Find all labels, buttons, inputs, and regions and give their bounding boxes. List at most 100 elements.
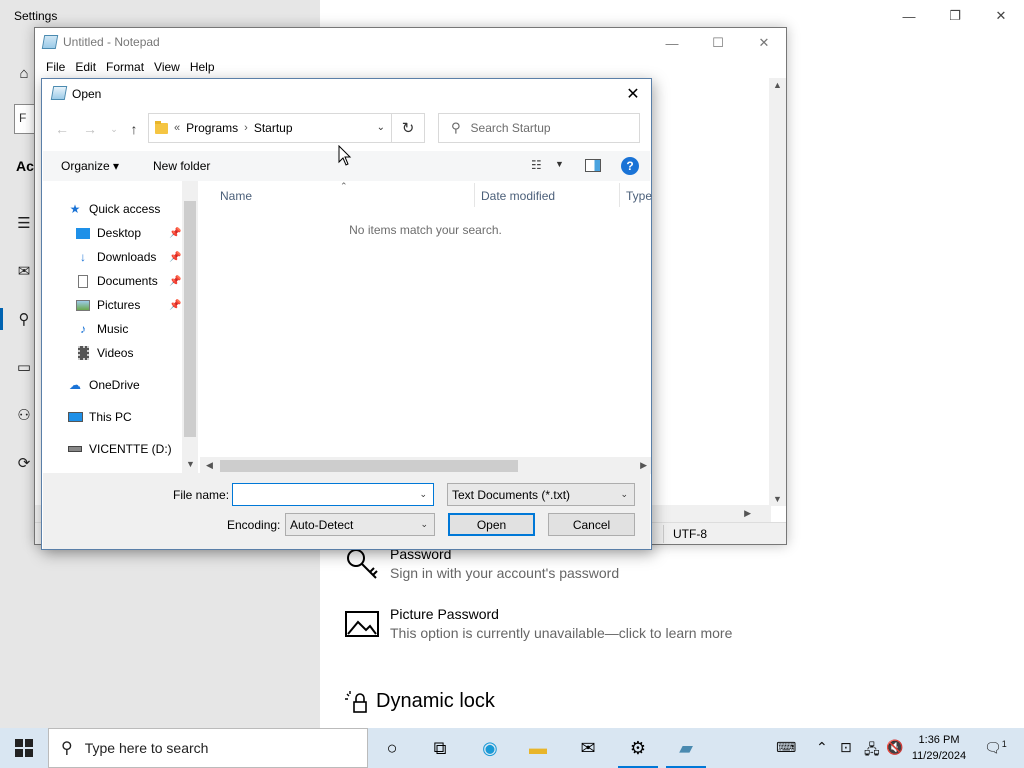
home-icon[interactable]: ⌂ (14, 63, 34, 83)
task-view-icon[interactable]: ⧉ (416, 728, 464, 768)
pin-icon[interactable]: 📌 (169, 252, 181, 263)
file-list[interactable]: ⌃ Name Date modified Type No items match… (200, 181, 652, 474)
file-type-select[interactable]: Text Documents (*.txt) ⌄ (447, 483, 635, 506)
user-list-icon[interactable]: ☰ (14, 213, 34, 233)
search-placeholder: Search Startup (470, 121, 551, 135)
chevron-down-icon[interactable]: ⌄ (377, 122, 385, 133)
column-date-modified[interactable]: Date modified (481, 189, 555, 203)
scroll-right-icon[interactable]: ▶ (744, 508, 751, 519)
nav-this-pc[interactable]: This PC (67, 406, 132, 428)
download-icon: ↓ (80, 250, 86, 264)
crumb-programs[interactable]: Programs (186, 121, 238, 135)
notepad-vertical-scrollbar[interactable]: ▲ ▼ (769, 78, 786, 506)
sync-icon[interactable]: ⟳ (14, 453, 34, 473)
menu-help[interactable]: Help (185, 60, 220, 74)
briefcase-icon[interactable]: ▭ (14, 357, 34, 377)
notepad-close-icon[interactable]: ✕ (741, 30, 787, 56)
scroll-right-icon[interactable]: ▶ (640, 460, 647, 471)
file-list-scroll-thumb[interactable] (220, 460, 518, 472)
help-icon[interactable]: ? (621, 157, 639, 175)
start-button[interactable] (0, 728, 48, 768)
column-name[interactable]: Name (220, 189, 252, 203)
nav-videos[interactable]: Videos (75, 342, 133, 364)
family-icon[interactable]: ⚇ (14, 405, 34, 425)
chevron-right-icon[interactable]: › (244, 122, 248, 134)
scroll-up-icon[interactable]: ▲ (773, 80, 782, 90)
refresh-icon[interactable]: ↻ (392, 113, 425, 143)
file-name-input[interactable]: ⌄ (232, 483, 434, 506)
volume-muted-icon[interactable]: 🔇 (886, 739, 903, 756)
chevron-down-icon[interactable]: ⌄ (620, 489, 628, 500)
organize-button[interactable]: Organize ▾ (61, 159, 119, 173)
search-icon: ⚲ (451, 120, 461, 135)
network-icon[interactable]: 🖧 (864, 739, 880, 763)
open-button[interactable]: Open (448, 513, 535, 536)
edge-icon[interactable]: ◉ (466, 728, 514, 768)
column-separator[interactable] (474, 183, 475, 207)
notepad-maximize-icon[interactable]: ☐ (695, 30, 741, 56)
close-icon[interactable]: ✕ (978, 4, 1024, 28)
nav-scroll-thumb[interactable] (184, 201, 196, 437)
notepad-minimize-icon[interactable]: — (649, 30, 695, 56)
settings-gear-icon[interactable]: ⚙ (614, 728, 662, 768)
pin-icon[interactable]: 📌 (169, 276, 181, 287)
nav-drive-d[interactable]: VICENTTE (D:) (67, 438, 172, 460)
windows-logo-icon (15, 739, 33, 757)
back-arrow-icon[interactable]: ← (52, 119, 72, 139)
minimize-icon[interactable]: — (886, 4, 932, 28)
taskbar-search[interactable]: ⚲ Type here to search (48, 728, 368, 768)
nav-music[interactable]: ♪ Music (75, 318, 128, 340)
clock[interactable]: 1:36 PM 11/29/2024 (906, 732, 972, 764)
crumb-startup[interactable]: Startup (254, 121, 293, 135)
pin-icon[interactable]: 📌 (169, 228, 181, 239)
up-arrow-icon[interactable]: ↑ (124, 119, 144, 139)
nav-desktop[interactable]: Desktop (75, 222, 141, 244)
column-type[interactable]: Type (626, 189, 652, 203)
menu-edit[interactable]: Edit (70, 60, 101, 74)
nav-documents[interactable]: Documents (75, 270, 158, 292)
chevron-down-icon[interactable]: ⌄ (420, 519, 428, 530)
nav-quick-access[interactable]: ★ Quick access (67, 198, 161, 220)
notepad-taskbar-icon[interactable]: ▰ (662, 728, 710, 768)
star-icon: ★ (69, 202, 81, 216)
forward-arrow-icon[interactable]: → (80, 119, 100, 139)
key-icon[interactable]: ⚲ (14, 309, 34, 329)
recent-locations-icon[interactable]: ⌄ (104, 119, 124, 139)
keyboard-icon[interactable]: ⌨ (776, 739, 796, 756)
view-options-icon[interactable]: ☷ (531, 158, 542, 172)
scroll-down-icon[interactable]: ▼ (773, 494, 782, 504)
view-dropdown-icon[interactable]: ▼ (555, 159, 564, 169)
file-explorer-icon[interactable]: ▬ (514, 728, 562, 768)
menu-format[interactable]: Format (101, 60, 149, 74)
search-box[interactable]: ⚲ Search Startup (438, 113, 640, 143)
picture-password-subtitle: This option is currently unavailable—cli… (390, 625, 733, 641)
column-separator[interactable] (619, 183, 620, 207)
menu-view[interactable]: View (149, 60, 185, 74)
nav-scroll-down-icon[interactable]: ▼ (186, 459, 195, 469)
menu-file[interactable]: File (41, 60, 70, 74)
mail-icon[interactable]: ✉ (564, 728, 612, 768)
new-folder-button[interactable]: New folder (153, 159, 210, 173)
chevron-down-icon[interactable]: ⌄ (419, 489, 427, 500)
picture-password-title[interactable]: Picture Password (390, 606, 499, 622)
preview-pane-icon[interactable] (585, 159, 601, 172)
address-bar[interactable]: « Programs › Startup ⌄ (148, 113, 392, 143)
nav-pictures[interactable]: Pictures (75, 294, 140, 316)
dialog-close-icon[interactable]: ✕ (619, 81, 647, 107)
meet-now-icon[interactable]: ⊡ (840, 739, 852, 756)
pin-icon[interactable]: 📌 (169, 300, 181, 311)
scroll-left-icon[interactable]: ◀ (206, 460, 213, 471)
settings-search-box[interactable]: F (14, 104, 34, 134)
notification-center-icon[interactable]: 🗨1 (984, 739, 1007, 757)
cancel-button[interactable]: Cancel (548, 513, 635, 536)
encoding-select[interactable]: Auto-Detect ⌄ (285, 513, 435, 536)
show-hidden-icons-icon[interactable]: ⌃ (816, 739, 828, 756)
nav-downloads[interactable]: ↓ Downloads (75, 246, 156, 268)
videos-icon (75, 345, 91, 361)
crumb-overflow[interactable]: « (174, 122, 180, 134)
mail-icon[interactable]: ✉ (14, 261, 34, 281)
nav-onedrive[interactable]: ☁ OneDrive (67, 374, 140, 396)
cortana-icon[interactable]: ○ (368, 728, 416, 768)
restore-icon[interactable]: ❐ (932, 4, 978, 28)
file-list-horizontal-scrollbar[interactable]: ◀ ▶ (200, 457, 651, 474)
